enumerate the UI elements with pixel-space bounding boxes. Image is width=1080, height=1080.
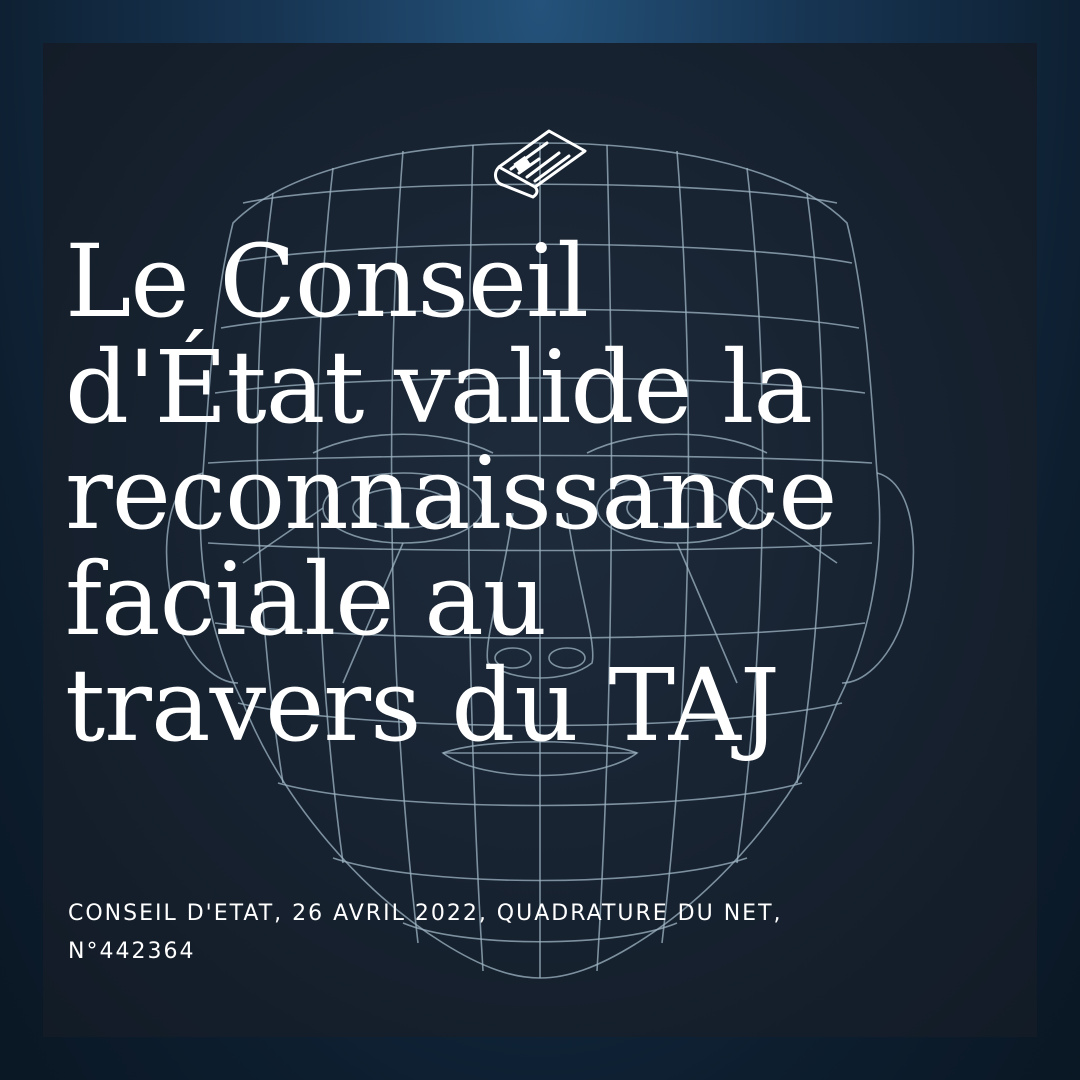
post-card: Le Conseil d'État valide la reconnaissan… xyxy=(43,43,1037,1037)
headline-line-5: travers du TAJ xyxy=(65,647,780,764)
newspaper-icon xyxy=(494,129,587,199)
source-line-2: N°442364 xyxy=(68,939,196,964)
headline-line-3: reconnaissance xyxy=(65,435,837,552)
headline-line-2: d'État valide la xyxy=(65,329,813,446)
headline-line-1: Le Conseil xyxy=(65,223,589,340)
headline: Le Conseil d'État valide la reconnaissan… xyxy=(65,229,1025,759)
source-line-1: CONSEIL D'ETAT, 26 AVRIL 2022, QUADRATUR… xyxy=(68,901,783,926)
source-citation: CONSEIL D'ETAT, 26 AVRIL 2022, QUADRATUR… xyxy=(68,895,1018,971)
headline-line-4: faciale au xyxy=(65,541,547,658)
